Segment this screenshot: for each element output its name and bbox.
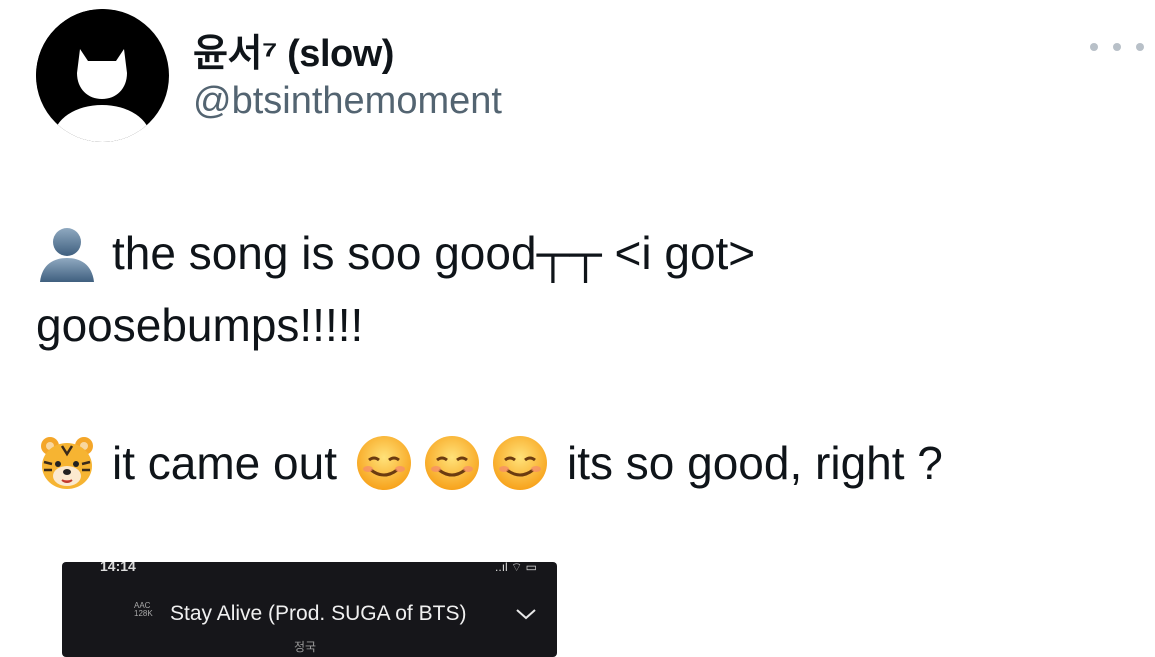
more-options-icon[interactable] (1090, 34, 1144, 60)
display-name[interactable]: 윤서⁷ (slow) (193, 22, 394, 77)
codec-line-2: 128K (134, 609, 153, 618)
tweet-text-line-3: it came out (112, 437, 337, 489)
smiling-face-emoji-icon (493, 436, 547, 490)
tweet-text-line-3-suffix: its so good, right ? (567, 437, 943, 489)
dot (1113, 43, 1121, 51)
attached-media-image[interactable]: 14:14 ..ıl ⌔ ▭ AAC 128K Stay Alive (Prod… (62, 562, 557, 657)
user-handle[interactable]: @btsinthemoment (193, 80, 502, 123)
status-time: 14:14 (100, 562, 136, 574)
song-title: Stay Alive (Prod. SUGA of BTS) (170, 602, 467, 625)
tweet-line-1: the song is soo good┬┬ <i got> (36, 222, 755, 284)
chevron-down-icon[interactable] (514, 606, 538, 622)
cat-silhouette-avatar-icon (36, 9, 168, 142)
codec-badge: AAC 128K (134, 602, 153, 618)
tweet-text-line-1: the song is soo good┬┬ <i got> (112, 227, 756, 279)
dot (1136, 43, 1144, 51)
status-icons: ..ıl ⌔ ▭ (495, 562, 537, 574)
bust-in-silhouette-emoji-icon (40, 228, 94, 282)
tweet-line-2: goosebumps!!!!! (36, 298, 363, 352)
tweet-line-3: it came out its so good, right ? (36, 432, 943, 494)
profile-avatar[interactable] (36, 9, 169, 142)
smiling-face-emoji-icon (357, 436, 411, 490)
artist-name: 정국 (294, 640, 317, 654)
tweet-text-line-2: goosebumps!!!!! (36, 299, 364, 351)
smiling-face-emoji-icon (425, 436, 479, 490)
tiger-face-emoji-icon (41, 437, 93, 489)
dot (1090, 43, 1098, 51)
